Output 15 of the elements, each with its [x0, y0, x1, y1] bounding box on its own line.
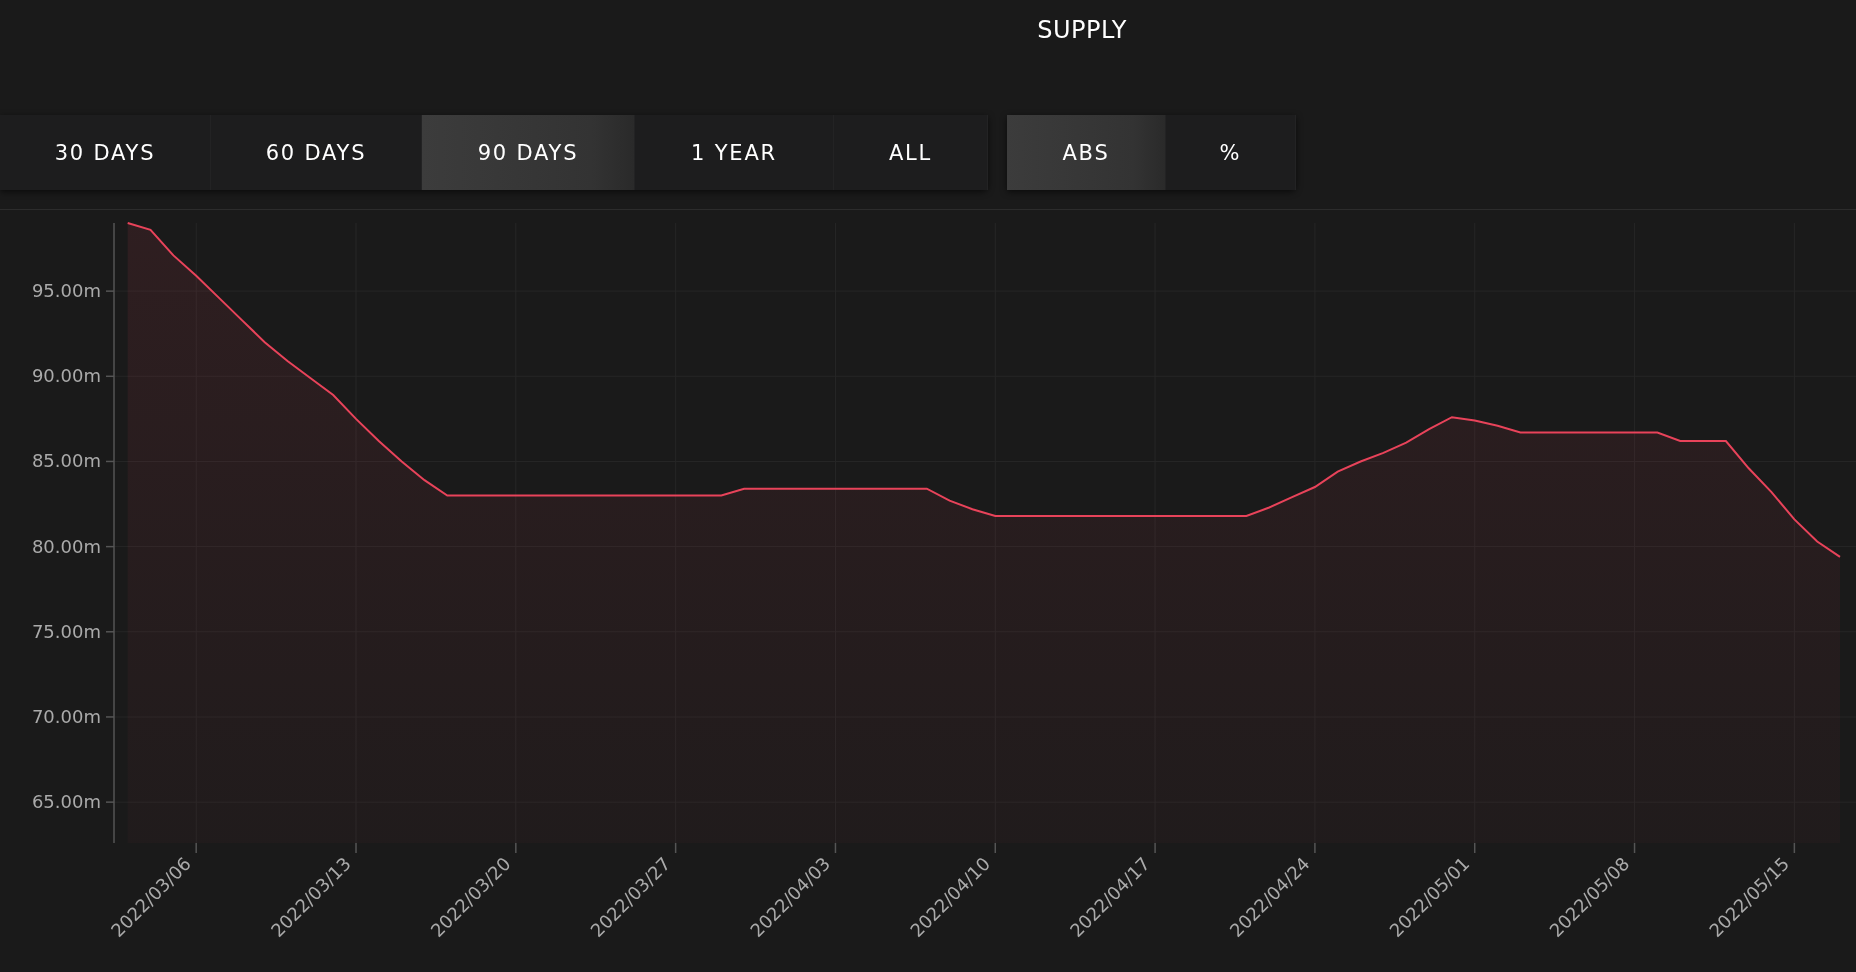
range-button[interactable]: ALL [834, 115, 988, 190]
mode-button[interactable]: % [1166, 115, 1296, 190]
axis-label: 75.00m [31, 620, 101, 642]
page-title: SUPPLY [1037, 16, 1127, 46]
mode-button[interactable]: ABS [1007, 115, 1166, 190]
range-button[interactable]: 60 DAYS [211, 115, 422, 190]
range-button[interactable]: 1 YEAR [635, 115, 834, 190]
axis-label: 95.00m [31, 280, 101, 302]
range-button[interactable]: 90 DAYS [422, 115, 635, 190]
axis-label: 85.00m [31, 450, 101, 472]
axis-label: 90.00m [31, 365, 101, 387]
axis-label: 65.00m [31, 791, 101, 813]
range-button[interactable]: 30 DAYS [0, 115, 211, 190]
axis-label: 80.00m [31, 535, 101, 557]
axis-label: 70.00m [31, 705, 101, 727]
